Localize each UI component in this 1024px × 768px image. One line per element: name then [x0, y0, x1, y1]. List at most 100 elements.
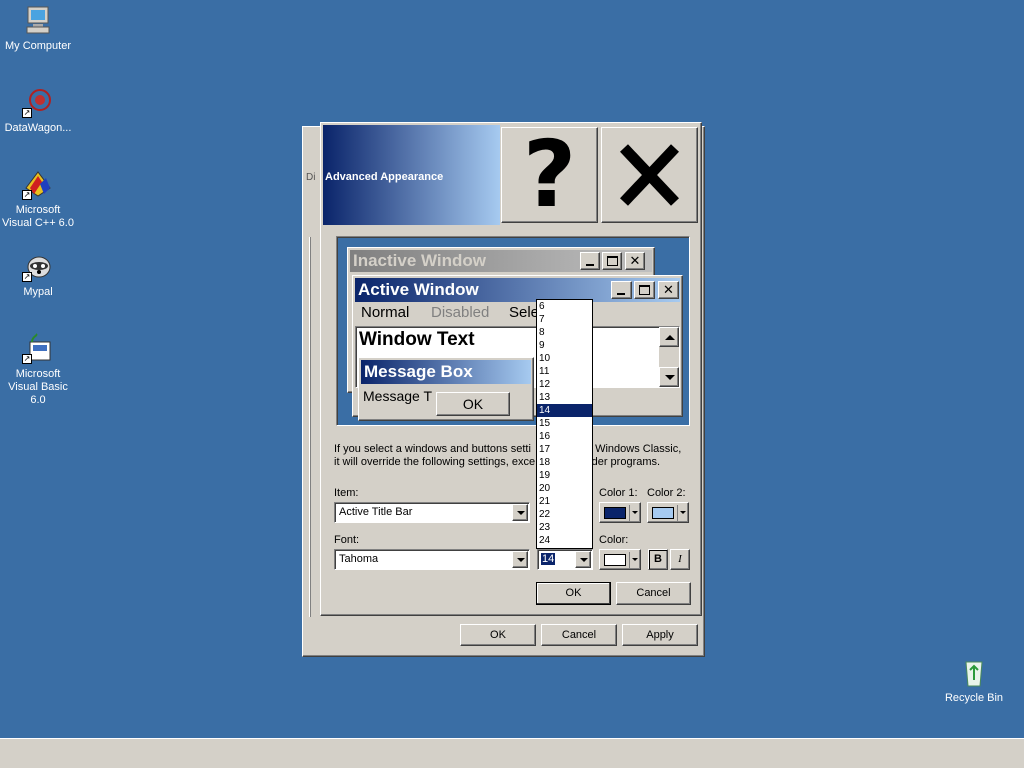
dialog-title: Advanced Appearance: [325, 171, 444, 183]
inactive-title: Inactive Window: [353, 251, 487, 270]
maximize-icon: [634, 281, 655, 299]
close-icon: ✕: [625, 252, 645, 270]
size-option[interactable]: 9: [537, 339, 592, 352]
size-option[interactable]: 14: [537, 404, 592, 417]
visual-basic-icon: ↗: [22, 332, 54, 364]
active-title: Active Window: [358, 280, 479, 299]
font-color-picker[interactable]: [599, 549, 641, 570]
size-dropdown-list[interactable]: 6 7 8 9 10 11 12 13 14 15 16 17 18 19 20 21 22 23 24: [536, 299, 593, 549]
dialog-ok-button[interactable]: OK: [536, 582, 611, 605]
shortcut-arrow-icon: ↗: [22, 354, 32, 364]
size-option[interactable]: 6: [537, 300, 592, 313]
maximize-icon: [602, 252, 622, 270]
message-text: Message T: [363, 388, 432, 404]
window-text: Window Text: [359, 329, 475, 350]
minimize-icon: [580, 252, 600, 270]
close-icon: ✕: [658, 281, 679, 299]
scroll-down-icon: [659, 367, 679, 387]
font-color-swatch: [604, 554, 626, 566]
chevron-down-icon[interactable]: [512, 504, 528, 521]
active-title-bar: Active Window ✕: [355, 278, 680, 302]
size-option[interactable]: 11: [537, 365, 592, 378]
my-computer-icon: [22, 4, 54, 36]
font-dropdown[interactable]: Tahoma: [334, 549, 530, 570]
size-option[interactable]: 17: [537, 443, 592, 456]
preview-scrollbar: [659, 327, 679, 387]
visual-cpp-icon: ↗: [22, 168, 54, 200]
color1-picker[interactable]: [599, 502, 641, 523]
color2-picker[interactable]: [647, 502, 689, 523]
size-option[interactable]: 19: [537, 469, 592, 482]
bold-toggle[interactable]: B: [648, 549, 668, 570]
desktop-icon-mypal[interactable]: ↗ Mypal: [0, 250, 76, 299]
cancel-button[interactable]: Cancel: [541, 624, 617, 646]
size-option[interactable]: 24: [537, 534, 592, 547]
size-option[interactable]: 18: [537, 456, 592, 469]
desktop-icon-label: Mypal: [23, 286, 53, 298]
ok-button[interactable]: OK: [460, 624, 536, 646]
color2-swatch: [652, 507, 674, 519]
chevron-down-icon: [632, 511, 638, 514]
inactive-title-bar: Inactive Window ✕: [350, 250, 652, 272]
size-option[interactable]: 21: [537, 495, 592, 508]
window-partial-title: Di: [306, 172, 316, 183]
desktop-icon-recycle-bin[interactable]: Recycle Bin: [936, 656, 1012, 705]
dialog-cancel-button[interactable]: Cancel: [616, 582, 691, 605]
close-icon: [620, 144, 679, 206]
tab-panel-edge: [309, 237, 311, 617]
desktop-icon-label: Microsoft Visual C++ 6.0: [2, 204, 74, 229]
shortcut-arrow-icon: ↗: [22, 272, 32, 282]
size-option[interactable]: 10: [537, 352, 592, 365]
chevron-down-icon[interactable]: [512, 551, 528, 568]
desktop-icon-label: DataWagon...: [4, 122, 72, 134]
size-option[interactable]: 7: [537, 313, 592, 326]
color2-label: Color 2:: [647, 487, 686, 499]
size-option[interactable]: 23: [537, 521, 592, 534]
menu-selected: Sele: [509, 304, 540, 321]
desktop-icon-visual-basic[interactable]: ↗ Microsoft Visual Basic 6.0: [0, 332, 76, 407]
info-text: If you select a windows and buttons sett…: [334, 443, 682, 468]
advanced-appearance-dialog: Advanced Appearance ? Inactive Window ✕ …: [320, 122, 702, 616]
desktop-icon-datawagon[interactable]: ↗ DataWagon...: [0, 86, 76, 135]
size-option[interactable]: 8: [537, 326, 592, 339]
message-box-title-bar: Message Box: [361, 360, 531, 384]
preview-area[interactable]: Inactive Window ✕ Active Window ✕ Normal…: [336, 236, 690, 426]
font-label: Font:: [334, 534, 360, 546]
item-dropdown[interactable]: Active Title Bar: [334, 502, 530, 523]
datawagon-icon: ↗: [22, 86, 54, 118]
help-button[interactable]: ?: [501, 127, 598, 223]
desktop-icon-my-computer[interactable]: My Computer: [0, 4, 76, 53]
size-value: 14: [541, 553, 556, 565]
shortcut-arrow-icon: ↗: [22, 190, 32, 200]
item-label: Item:: [334, 487, 359, 499]
help-icon: ?: [522, 121, 577, 228]
size-option[interactable]: 20: [537, 482, 592, 495]
size-option[interactable]: 15: [537, 417, 592, 430]
color1-label: Color 1:: [599, 487, 638, 499]
desktop-icon-label: My Computer: [4, 40, 72, 52]
menu-disabled: Disabled: [431, 304, 490, 321]
chevron-down-icon: [680, 511, 686, 514]
color1-swatch: [604, 507, 626, 519]
size-dropdown[interactable]: 14: [537, 549, 593, 570]
size-option[interactable]: 12: [537, 378, 592, 391]
menu-normal: Normal: [361, 304, 410, 321]
size-option[interactable]: 22: [537, 508, 592, 521]
chevron-down-icon[interactable]: [575, 551, 591, 568]
apply-button[interactable]: Apply: [622, 624, 698, 646]
title-bar[interactable]: Advanced Appearance: [323, 125, 500, 225]
preview-ok-button: OK: [436, 392, 510, 416]
font-value: Tahoma: [339, 553, 379, 565]
size-option[interactable]: 13: [537, 391, 592, 404]
taskbar: [0, 738, 1024, 768]
desktop-icon-label: Recycle Bin: [944, 692, 1004, 704]
preview-message-box: Message Box Message T OK: [358, 357, 534, 421]
minimize-icon: [611, 281, 632, 299]
item-value: Active Title Bar: [339, 506, 413, 518]
desktop-icon-visual-cpp[interactable]: ↗ Microsoft Visual C++ 6.0: [0, 168, 76, 230]
font-color-label: Color:: [599, 534, 629, 546]
size-option[interactable]: 16: [537, 430, 592, 443]
close-button[interactable]: [601, 127, 698, 223]
recycle-bin-icon: [958, 656, 990, 688]
italic-toggle[interactable]: I: [670, 549, 690, 570]
